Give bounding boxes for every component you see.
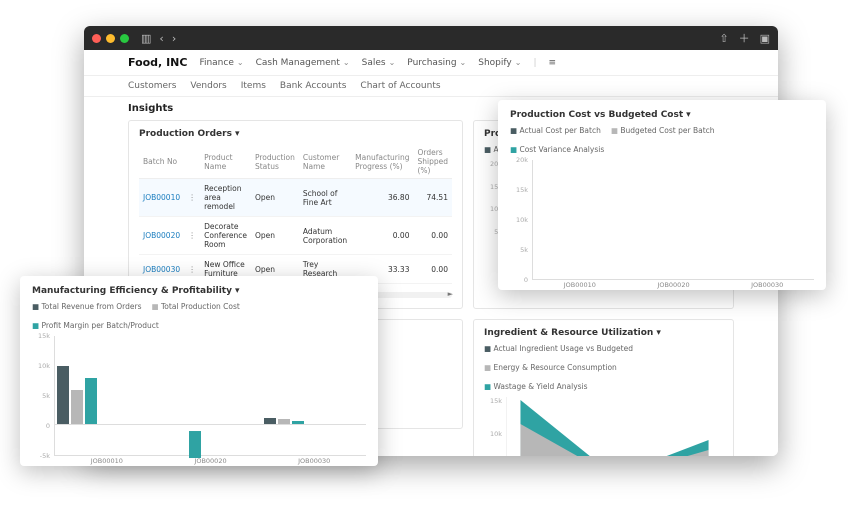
cell-batch[interactable]: JOB00010 (139, 179, 184, 217)
card-title[interactable]: Production Orders ▾ (139, 129, 452, 139)
nav-finance[interactable]: Finance (199, 58, 243, 68)
cell-batch[interactable]: JOB00020 (139, 217, 184, 255)
cell-shipped: 74.51 (413, 179, 452, 217)
traffic-lights (92, 34, 129, 43)
minimize-icon[interactable] (106, 34, 115, 43)
subnav-coa[interactable]: Chart of Accounts (360, 81, 440, 91)
close-icon[interactable] (92, 34, 101, 43)
maximize-icon[interactable] (120, 34, 129, 43)
cell-status: Open (251, 179, 299, 217)
subnav-customers[interactable]: Customers (128, 81, 176, 91)
cell-product: Reception area remodel (200, 179, 251, 217)
col-status: Production Status (251, 145, 299, 179)
cell-shipped: 0.00 (413, 255, 452, 284)
add-tab-icon[interactable]: ＋ (739, 30, 750, 46)
nav-sales[interactable]: Sales (362, 58, 396, 68)
card-title[interactable]: Manufacturing Efficiency & Profitability… (32, 286, 366, 296)
col-batch: Batch No (139, 145, 184, 179)
sidebar-toggle-icon[interactable]: ▥ (141, 32, 151, 45)
col-product: Product Name (200, 145, 251, 179)
nav-separator: | (533, 58, 536, 68)
tabs-icon[interactable]: ▣ (760, 30, 770, 46)
row-menu-icon[interactable]: ⋮ (184, 179, 200, 217)
table-row[interactable]: JOB00020⋮Decorate Conference RoomOpenAda… (139, 217, 452, 255)
back-icon[interactable]: ‹ (159, 32, 163, 45)
scroll-right-icon[interactable]: ► (448, 290, 453, 298)
cell-product: Decorate Conference Room (200, 217, 251, 255)
orders-table: Batch No Product Name Production Status … (139, 145, 452, 284)
subnav-bank[interactable]: Bank Accounts (280, 81, 347, 91)
float-card-efficiency: Manufacturing Efficiency & Profitability… (20, 276, 378, 466)
cell-customer: Adatum Corporation (299, 217, 351, 255)
table-row[interactable]: JOB00010⋮Reception area remodelOpenSchoo… (139, 179, 452, 217)
brand[interactable]: Food, INC (128, 56, 187, 69)
float-card-cost: Production Cost vs Budgeted Cost ▾ Actua… (498, 100, 826, 290)
cell-progress: 36.80 (351, 179, 413, 217)
chart-utilization: 15k10k5k0 JOB00010 JOB00020 JOB00030 (484, 397, 723, 456)
cell-status: Open (251, 217, 299, 255)
legend-variance: Cost Variance Analysis (510, 145, 604, 154)
card-title[interactable]: Ingredient & Resource Utilization ▾ (484, 328, 723, 338)
sub-nav: Customers Vendors Items Bank Accounts Ch… (84, 76, 778, 97)
chevron-down-icon: ▾ (235, 129, 240, 139)
col-customer: Customer Name (299, 145, 351, 179)
legend-actual: Actual Cost per Batch (510, 126, 601, 135)
subnav-vendors[interactable]: Vendors (190, 81, 226, 91)
nav-shopify[interactable]: Shopify (478, 58, 521, 68)
nav-purchasing[interactable]: Purchasing (407, 58, 466, 68)
chevron-down-icon: ▾ (235, 286, 240, 296)
nav-more-icon[interactable]: ≡ (548, 58, 556, 68)
forward-icon[interactable]: › (172, 32, 176, 45)
legend-revenue: Total Revenue from Orders (32, 302, 142, 311)
cell-progress: 0.00 (351, 217, 413, 255)
col-shipped: Orders Shipped (%) (413, 145, 452, 179)
nav-cash[interactable]: Cash Management (256, 58, 350, 68)
col-progress: Manufacturing Progress (%) (351, 145, 413, 179)
subnav-items[interactable]: Items (241, 81, 266, 91)
chevron-down-icon: ▾ (656, 328, 661, 338)
legend-budgeted: Budgeted Cost per Batch (611, 126, 715, 135)
card-title-text: Production Orders (139, 129, 232, 139)
chart-cost: JOB00010JOB00020JOB00030 05k10k15k20k (510, 160, 814, 280)
card-title[interactable]: Production Cost vs Budgeted Cost ▾ (510, 110, 814, 120)
titlebar: ▥ ‹ › ⇧ ＋ ▣ (84, 26, 778, 50)
legend-margin: Profit Margin per Batch/Product (32, 321, 159, 330)
card-utilization: Ingredient & Resource Utilization ▾ Actu… (473, 319, 734, 456)
chevron-down-icon: ▾ (686, 110, 691, 120)
row-menu-icon[interactable]: ⋮ (184, 217, 200, 255)
chart-efficiency: JOB00010JOB00020JOB00030 -5k05k10k15k (32, 336, 366, 456)
cell-shipped: 0.00 (413, 217, 452, 255)
legend-b: Energy & Resource Consumption (484, 363, 617, 372)
legend-a: Actual Ingredient Usage vs Budgeted (484, 344, 633, 353)
top-nav: Food, INC Finance Cash Management Sales … (84, 50, 778, 76)
share-icon[interactable]: ⇧ (719, 30, 728, 46)
cell-customer: School of Fine Art (299, 179, 351, 217)
legend-prodcost: Total Production Cost (152, 302, 240, 311)
legend-c: Wastage & Yield Analysis (484, 382, 588, 391)
